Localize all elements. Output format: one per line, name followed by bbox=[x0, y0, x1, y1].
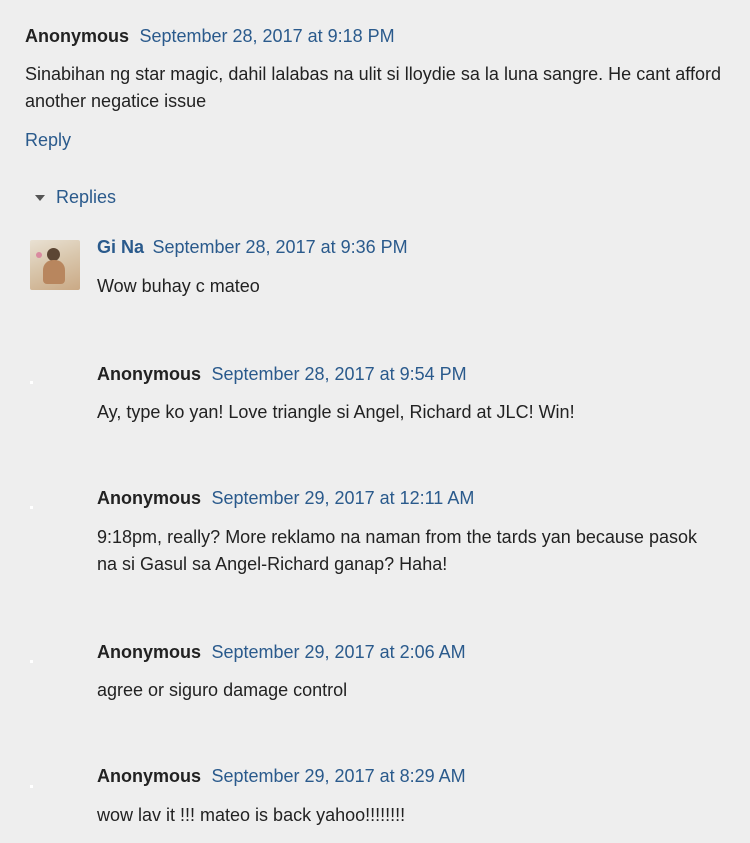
reply-text: wow lav it !!! mateo is back yahoo!!!!!!… bbox=[97, 805, 406, 825]
reply-text: agree or siguro damage control bbox=[97, 680, 348, 700]
reply-header: Anonymous September 28, 2017 at 9:54 PM bbox=[97, 364, 467, 385]
reply-header: Anonymous September 29, 2017 at 12:11 AM bbox=[97, 488, 474, 509]
blank-avatar-icon bbox=[30, 381, 33, 384]
reply-text: Wow buhay c mateo bbox=[97, 276, 260, 296]
comment-text: Sinabihan ng star magic, dahil lalabas n… bbox=[25, 64, 721, 111]
reply-header: Anonymous September 29, 2017 at 2:06 AM bbox=[97, 642, 466, 663]
reply-author-link[interactable]: Gi Na bbox=[97, 237, 144, 257]
comment-header: Anonymous September 28, 2017 at 9:18 PM bbox=[25, 26, 395, 47]
reply-author: Anonymous bbox=[97, 766, 202, 786]
replies-toggle-icon[interactable] bbox=[35, 195, 45, 201]
reply-date-link[interactable]: September 29, 2017 at 12:11 AM bbox=[211, 488, 474, 508]
user-avatar-photo[interactable] bbox=[30, 240, 80, 290]
reply-date-link[interactable]: September 28, 2017 at 9:54 PM bbox=[211, 364, 466, 384]
reply-link[interactable]: Reply bbox=[25, 130, 71, 151]
reply-date-link[interactable]: September 28, 2017 at 9:36 PM bbox=[152, 237, 407, 257]
reply-text: Ay, type ko yan! Love triangle si Angel,… bbox=[97, 402, 575, 422]
reply-author: Anonymous bbox=[97, 642, 202, 662]
replies-toggle-label[interactable]: Replies bbox=[56, 187, 116, 208]
blank-avatar-icon bbox=[30, 785, 33, 788]
comment-author: Anonymous bbox=[25, 26, 130, 46]
reply-author: Anonymous bbox=[97, 364, 202, 384]
reply-text: 9:18pm, really? More reklamo na naman fr… bbox=[97, 527, 697, 574]
comment-date-link[interactable]: September 28, 2017 at 9:18 PM bbox=[139, 26, 394, 46]
blank-avatar-icon bbox=[30, 660, 33, 663]
reply-date-link[interactable]: September 29, 2017 at 2:06 AM bbox=[211, 642, 465, 662]
reply-header: Gi Na September 28, 2017 at 9:36 PM bbox=[97, 237, 408, 258]
reply-header: Anonymous September 29, 2017 at 8:29 AM bbox=[97, 766, 466, 787]
blank-avatar-icon bbox=[30, 506, 33, 509]
reply-author: Anonymous bbox=[97, 488, 202, 508]
reply-date-link[interactable]: September 29, 2017 at 8:29 AM bbox=[211, 766, 465, 786]
